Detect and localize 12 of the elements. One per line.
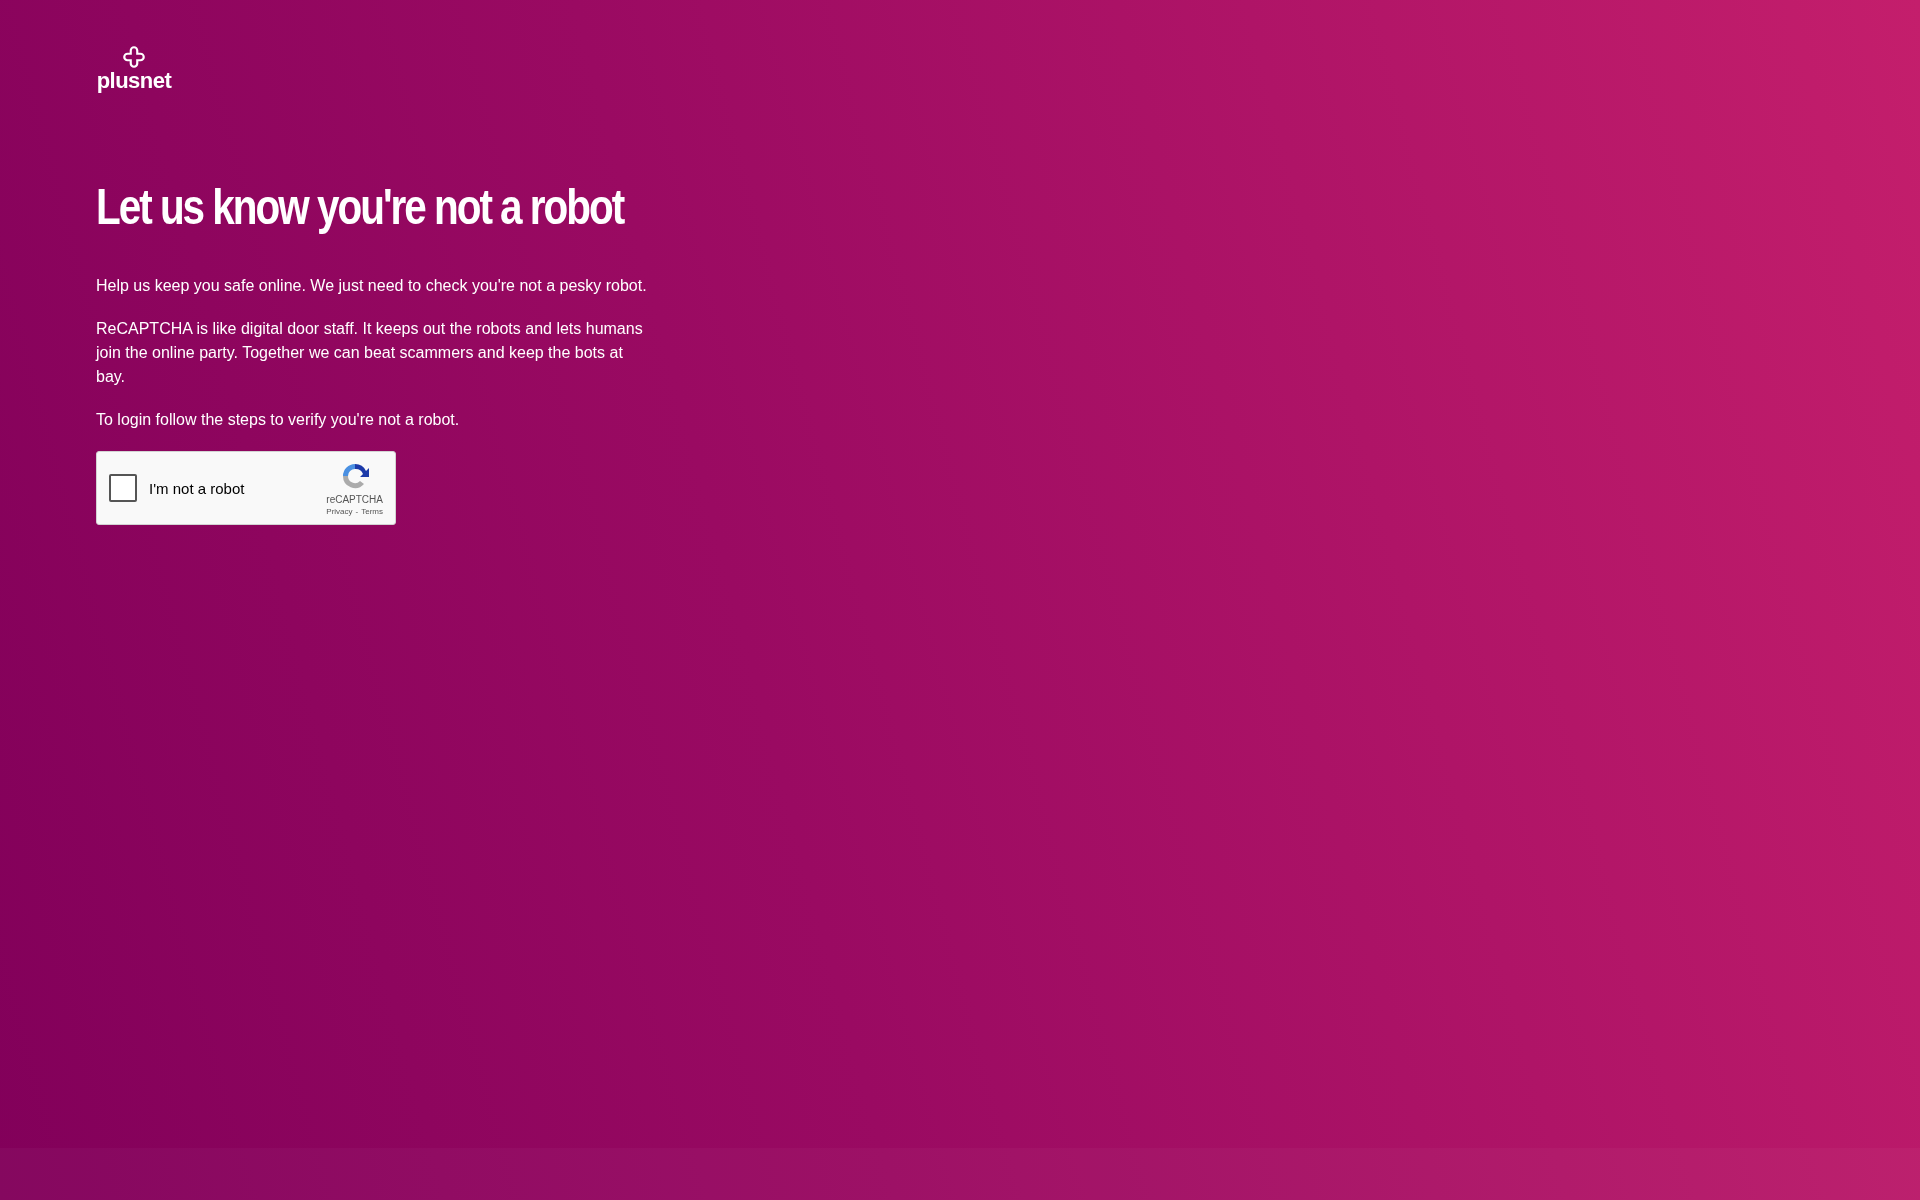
body-paragraph: Help us keep you safe online. We just need to check you're not a pesky robot. bbox=[96, 276, 648, 296]
body-paragraph: To login follow the steps to verify you're not a robot. bbox=[96, 410, 461, 430]
captcha-checkbox[interactable] bbox=[109, 474, 137, 502]
terms-link[interactable]: Terms bbox=[361, 507, 383, 516]
privacy-link[interactable]: Privacy bbox=[326, 507, 353, 516]
link-separator: - bbox=[355, 507, 359, 516]
body-paragraph: ReCAPTCHA is like digital door staff. It keeps out the robots and lets humans join the online party. Together we can beat scammers and keep the bots at bay. bbox=[96, 319, 644, 387]
plus-logo-icon bbox=[121, 44, 147, 70]
checkbox-label: I'm not a robot bbox=[149, 479, 246, 497]
page-heading: Let us know you're not a robot bbox=[96, 182, 625, 232]
recaptcha-brand-text: reCAPTCHA bbox=[326, 494, 383, 505]
logo-text: plusnet bbox=[96, 70, 172, 92]
